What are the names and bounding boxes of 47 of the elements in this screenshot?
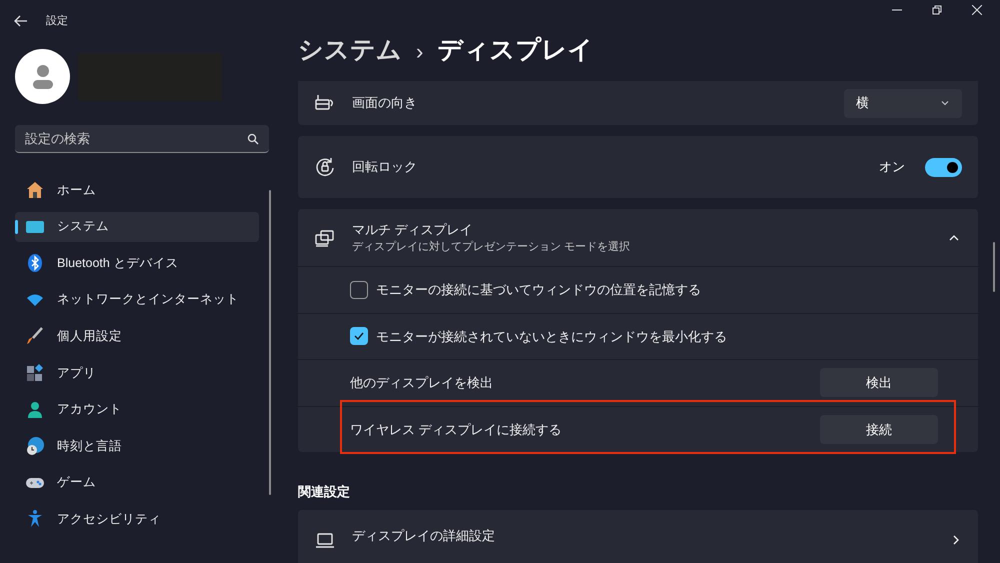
close-icon[interactable] [972, 5, 982, 15]
search-icon [247, 133, 259, 145]
sidebar-item[interactable]: 個人用設定 [15, 321, 259, 352]
setting-label: 回転ロック [352, 158, 418, 176]
breadcrumb-separator: › [416, 38, 424, 66]
breadcrumb-parent[interactable]: システム [298, 32, 402, 70]
search-field[interactable]: 設定の検索 [15, 125, 269, 153]
page-title: ディスプレイ [437, 35, 594, 66]
section-heading: 関連設定 [298, 483, 351, 501]
setting-description: ディスプレイに対してプレゼンテーション モードを選択 [352, 240, 632, 255]
person-icon [25, 400, 45, 420]
window-title: 設定 [46, 14, 68, 29]
scrollbar [993, 242, 995, 292]
action-button[interactable]: 検出 [820, 368, 938, 398]
sidebar-item[interactable]: ゲーム [15, 468, 259, 498]
house-icon [25, 180, 45, 200]
sidebar-item[interactable]: アプリ [15, 358, 259, 388]
sidebar-item[interactable]: アカウント [15, 394, 259, 425]
checkbox-label: モニターが接続されていないときにウィンドウを最小化する [376, 328, 727, 346]
checkbox[interactable] [350, 280, 368, 299]
globe-clock-icon [25, 436, 45, 456]
apps-icon [25, 362, 45, 383]
toggle-state: オン [879, 158, 905, 176]
setting-card[interactable]: ディスプレイの詳細設定 [298, 510, 978, 563]
setting-label: 画面の向き [352, 94, 418, 112]
sidebar-item[interactable]: システム [15, 212, 259, 242]
action-button[interactable]: 接続 [820, 414, 938, 444]
sidebar-item[interactable]: アクセシビリティ [15, 504, 259, 534]
brush-icon [25, 326, 45, 346]
sidebar-item[interactable]: ホーム [15, 175, 259, 205]
check-icon [353, 330, 365, 342]
setting-label: ワイヤレス ディスプレイに接続する [350, 420, 562, 438]
checkbox[interactable] [350, 327, 368, 346]
toggle-switch[interactable] [925, 158, 962, 176]
orientation-dropdown[interactable]: 横 [844, 88, 962, 118]
checkbox-label: モニターの接続に基づいてウィンドウの位置を記憶する [376, 281, 701, 299]
sidebar-item[interactable]: 時刻と言語 [15, 431, 259, 462]
chevron-down-icon [940, 98, 950, 108]
bluetooth-icon [25, 253, 45, 274]
sidebar-item[interactable]: Bluetooth とデバイス [15, 248, 259, 278]
back-arrow-icon[interactable] [14, 14, 28, 28]
setting-label: ディスプレイの詳細設定 [352, 526, 496, 545]
setting-label: マルチ ディスプレイ [352, 220, 474, 238]
setting-label: 他のディスプレイを検出 [350, 374, 493, 392]
restore-icon[interactable] [932, 5, 942, 15]
sidebar-item[interactable]: ネットワークとインターネット [15, 284, 259, 315]
rotation-lock-icon [314, 156, 336, 178]
